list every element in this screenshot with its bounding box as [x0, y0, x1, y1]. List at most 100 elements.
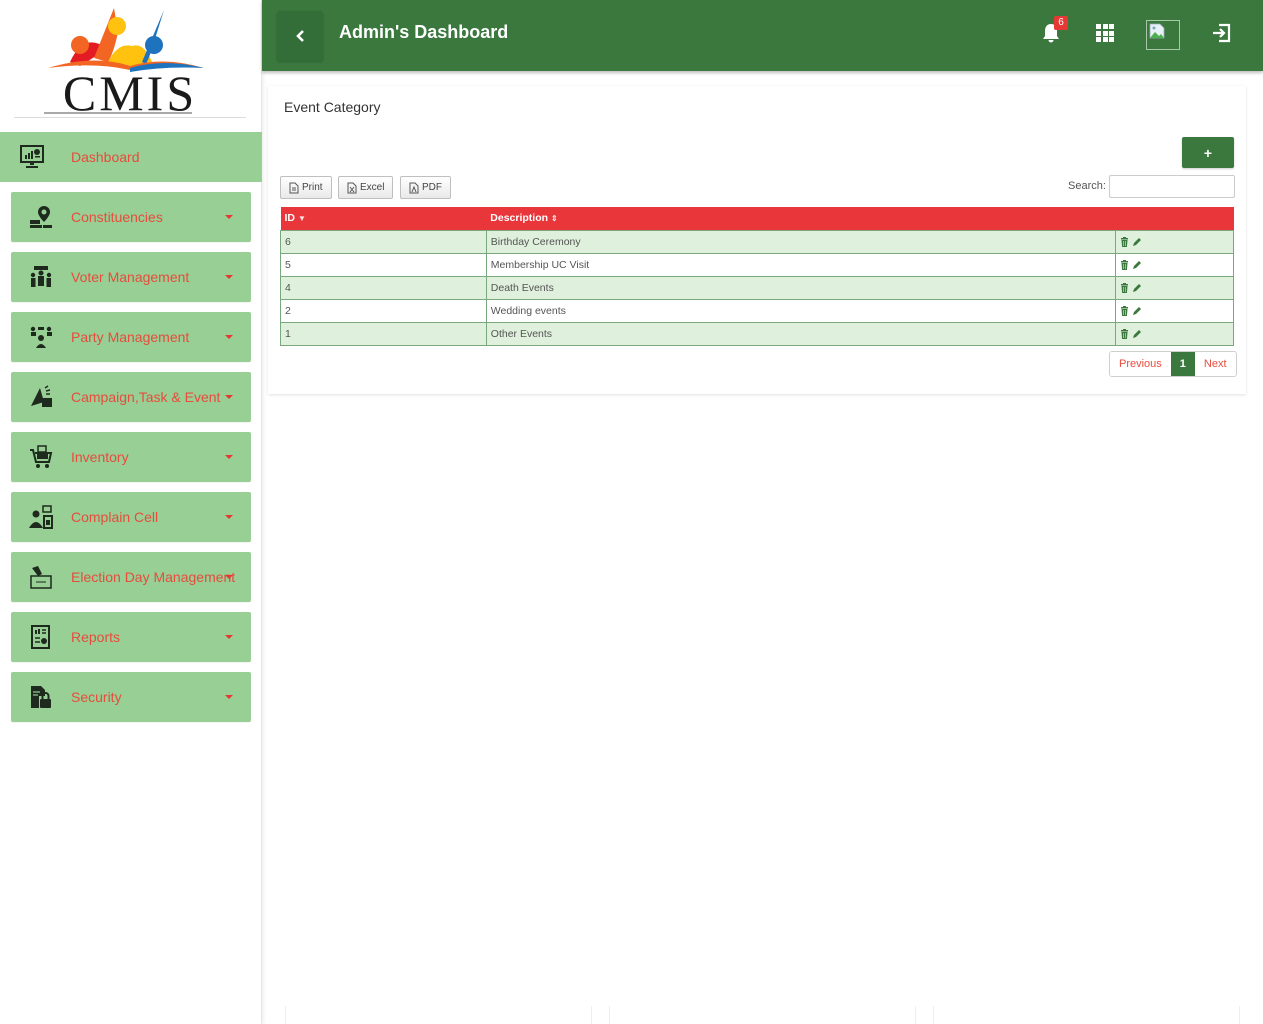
- edit-pencil-icon[interactable]: [1132, 260, 1142, 270]
- sidebar-item-label: Voter Management: [71, 269, 190, 285]
- sidebar-toggle-button[interactable]: [277, 11, 323, 61]
- cell-actions: [1115, 229, 1234, 254]
- delete-icon[interactable]: [1120, 259, 1129, 270]
- logout-button[interactable]: [1210, 22, 1232, 44]
- cell-description: Wedding events: [485, 298, 1117, 323]
- table-row: 4 Death Events: [280, 275, 1234, 300]
- caret-down-icon: [225, 695, 233, 699]
- page-title: Admin's Dashboard: [339, 22, 509, 42]
- voters-icon: [27, 263, 55, 291]
- cell-actions: [1115, 321, 1234, 346]
- pdf-button[interactable]: PDF: [400, 176, 451, 199]
- cell-description: Other Events: [485, 321, 1117, 346]
- sidebar-item-label: Security: [71, 689, 122, 705]
- sidebar: CMIS Dashboard Constituencies Voter Mana…: [0, 0, 262, 1024]
- sidebar-item-label: Party Management: [71, 329, 190, 345]
- page-1-button[interactable]: 1: [1170, 352, 1195, 376]
- cell-actions: [1115, 298, 1234, 323]
- monitor-chart-icon: [18, 143, 46, 171]
- delete-icon[interactable]: [1120, 236, 1129, 247]
- pdf-file-icon: [409, 182, 419, 193]
- cell-actions: [1115, 252, 1234, 277]
- sidebar-item-label: Reports: [71, 629, 121, 645]
- print-button[interactable]: Print: [280, 176, 332, 199]
- delete-icon[interactable]: [1120, 282, 1129, 293]
- table-header-row: ID ▼ Description ⇕: [280, 207, 1234, 230]
- column-header-actions: [1115, 207, 1234, 230]
- caret-down-icon: [225, 575, 233, 579]
- sidebar-item-inventory[interactable]: Inventory: [11, 432, 251, 482]
- cell-description: Birthday Ceremony: [485, 229, 1117, 254]
- top-bar: Admin's Dashboard 6: [262, 0, 1263, 71]
- sidebar-item-dashboard[interactable]: Dashboard: [0, 132, 262, 182]
- delete-icon[interactable]: [1120, 328, 1129, 339]
- party-people-icon: [27, 323, 55, 351]
- event-category-table: ID ▼ Description ⇕ 6 Birthday Ceremony 5 Memb…: [280, 207, 1234, 346]
- sidebar-item-label: Complain Cell: [71, 509, 159, 525]
- edit-pencil-icon[interactable]: [1132, 329, 1142, 339]
- column-header-id[interactable]: ID ▼: [280, 207, 487, 230]
- next-page-button[interactable]: Next: [1194, 352, 1236, 376]
- sidebar-item-security[interactable]: Security: [11, 672, 251, 722]
- megaphone-icon: [27, 383, 55, 411]
- report-icon: [27, 623, 55, 651]
- sort-desc-icon: ▼: [298, 214, 306, 224]
- cell-actions: [1115, 275, 1234, 300]
- notification-badge: 6: [1054, 16, 1068, 30]
- pdf-label: PDF: [422, 182, 442, 193]
- excel-file-icon: [347, 182, 357, 193]
- cmis-logo[interactable]: CMIS: [14, 2, 246, 118]
- delete-icon[interactable]: [1120, 305, 1129, 316]
- search-input[interactable]: [1109, 175, 1235, 198]
- caret-down-icon: [225, 635, 233, 639]
- ballot-box-icon: [27, 563, 55, 591]
- user-avatar[interactable]: [1146, 20, 1180, 50]
- sidebar-item-constituencies[interactable]: Constituencies: [11, 192, 251, 242]
- caret-down-icon: [225, 335, 233, 339]
- table-row: 6 Birthday Ceremony: [280, 229, 1234, 254]
- sidebar-item-label: Constituencies: [71, 209, 163, 225]
- sidebar-item-election-day-management[interactable]: Election Day Management: [11, 552, 251, 602]
- edit-pencil-icon[interactable]: [1132, 237, 1142, 247]
- footer-dividers: [262, 1006, 1263, 1024]
- print-label: Print: [302, 182, 323, 193]
- sidebar-item-voter-management[interactable]: Voter Management: [11, 252, 251, 302]
- security-lock-icon: [27, 683, 55, 711]
- sidebar-item-label: Dashboard: [71, 149, 140, 165]
- excel-button[interactable]: Excel: [338, 176, 394, 199]
- apps-grid-icon[interactable]: [1096, 24, 1114, 42]
- add-event-category-button[interactable]: +: [1182, 137, 1234, 168]
- print-file-icon: [289, 182, 299, 193]
- sort-both-icon: ⇕: [551, 214, 558, 224]
- edit-pencil-icon[interactable]: [1132, 306, 1142, 316]
- cell-id: 6: [280, 229, 487, 254]
- cell-description: Membership UC Visit: [485, 252, 1117, 277]
- excel-label: Excel: [360, 182, 385, 193]
- sign-out-icon: [1213, 23, 1231, 43]
- cell-id: 1: [280, 321, 487, 346]
- table-row: 1 Other Events: [280, 321, 1234, 346]
- column-header-description[interactable]: Description ⇕: [486, 207, 1116, 230]
- sidebar-item-label: Election Day Management: [71, 569, 236, 585]
- complaint-icon: [27, 503, 55, 531]
- cell-id: 5: [280, 252, 487, 277]
- map-pin-icon: [27, 203, 55, 231]
- cell-id: 2: [280, 298, 487, 323]
- event-category-panel: Event Category + Print Excel PDF Search:…: [268, 86, 1246, 394]
- sidebar-item-party-management[interactable]: Party Management: [11, 312, 251, 362]
- caret-down-icon: [225, 455, 233, 459]
- sidebar-item-complain-cell[interactable]: Complain Cell: [11, 492, 251, 542]
- caret-down-icon: [225, 515, 233, 519]
- table-row: 2 Wedding events: [280, 298, 1234, 323]
- caret-down-icon: [225, 395, 233, 399]
- edit-pencil-icon[interactable]: [1132, 283, 1142, 293]
- search-label: Search:: [1068, 180, 1106, 192]
- cart-icon: [27, 443, 55, 471]
- sidebar-item-campaign-task-event[interactable]: Campaign,Task & Event: [11, 372, 251, 422]
- sidebar-item-reports[interactable]: Reports: [11, 612, 251, 662]
- sidebar-item-label: Campaign,Task & Event: [71, 389, 221, 405]
- table-row: 5 Membership UC Visit: [280, 252, 1234, 277]
- cell-id: 4: [280, 275, 487, 300]
- previous-page-button[interactable]: Previous: [1110, 352, 1171, 376]
- broken-image-icon: [1149, 23, 1165, 39]
